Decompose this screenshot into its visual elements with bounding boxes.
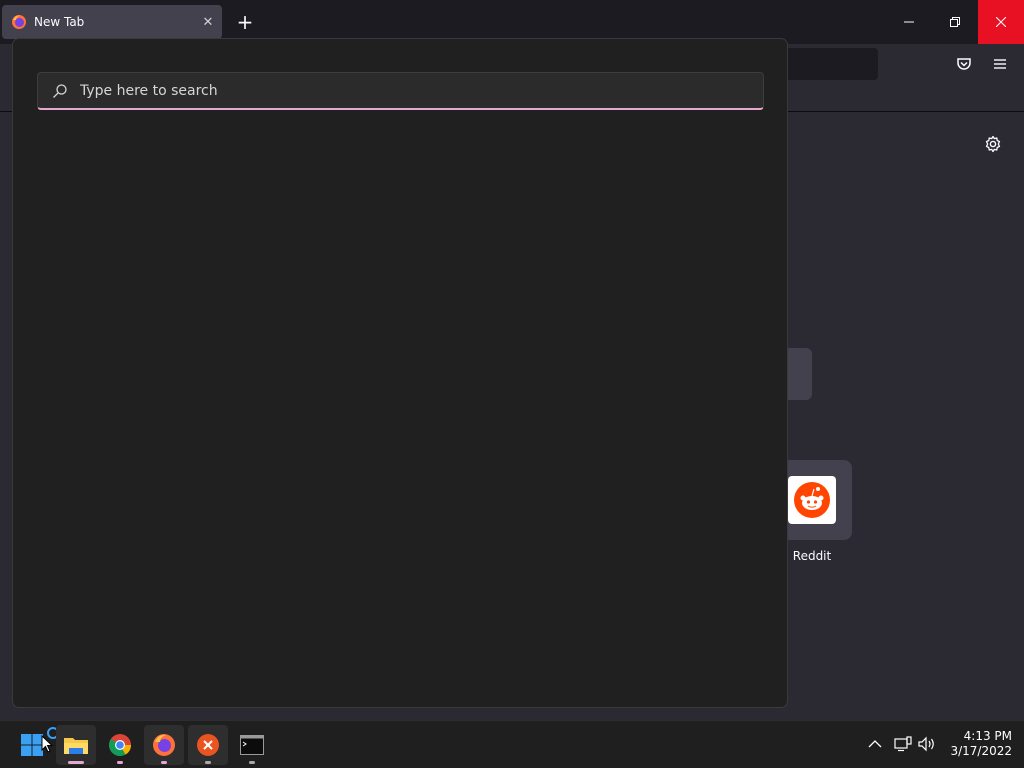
- running-indicator: [205, 761, 211, 764]
- running-indicator: [161, 761, 167, 764]
- hamburger-menu-icon[interactable]: [988, 52, 1012, 76]
- search-input[interactable]: [80, 82, 763, 99]
- network-icon[interactable]: [894, 735, 912, 753]
- reddit-icon: [788, 476, 836, 524]
- pocket-icon[interactable]: [952, 52, 976, 76]
- clock-date: 3/17/2022: [950, 744, 1012, 758]
- chevron-up-icon[interactable]: [866, 735, 884, 753]
- taskbar-terminal[interactable]: [232, 725, 272, 765]
- tab-title: New Tab: [34, 15, 85, 29]
- cursor-icon: [41, 734, 54, 757]
- restore-icon: [950, 17, 960, 27]
- firefox-icon: [153, 734, 175, 756]
- folder-icon: [64, 738, 88, 754]
- taskbar: 4:13 PM 3/17/2022: [0, 720, 1024, 768]
- clock-time: 4:13 PM: [963, 729, 1012, 743]
- close-icon: [996, 17, 1006, 27]
- running-indicator: [249, 761, 255, 764]
- tab-close-icon[interactable]: ✕: [194, 15, 222, 30]
- start-button[interactable]: [12, 725, 59, 765]
- taskbar-file-explorer[interactable]: [56, 725, 96, 765]
- restore-button[interactable]: [932, 0, 978, 44]
- volume-icon[interactable]: [918, 735, 936, 753]
- new-tab-button[interactable]: +: [232, 9, 258, 35]
- taskbar-chrome[interactable]: [100, 725, 140, 765]
- gear-icon[interactable]: [982, 133, 1004, 155]
- browser-tab[interactable]: New Tab ✕: [2, 5, 222, 39]
- running-indicator: [117, 761, 123, 764]
- running-indicator: [68, 761, 84, 764]
- chrome-icon: [109, 734, 131, 756]
- taskbar-firefox[interactable]: [144, 725, 184, 765]
- taskbar-app-x[interactable]: [188, 725, 228, 765]
- minimize-button[interactable]: [886, 0, 932, 44]
- search-icon: [52, 82, 70, 100]
- close-window-button[interactable]: [978, 0, 1024, 44]
- taskbar-clock[interactable]: 4:13 PM 3/17/2022: [944, 729, 1012, 759]
- x-circle-icon: [197, 734, 219, 756]
- terminal-icon: [240, 735, 264, 755]
- minimize-icon: [904, 21, 914, 23]
- windows-search-flyout: [12, 38, 788, 708]
- search-box[interactable]: [37, 72, 764, 110]
- firefox-icon: [11, 14, 27, 30]
